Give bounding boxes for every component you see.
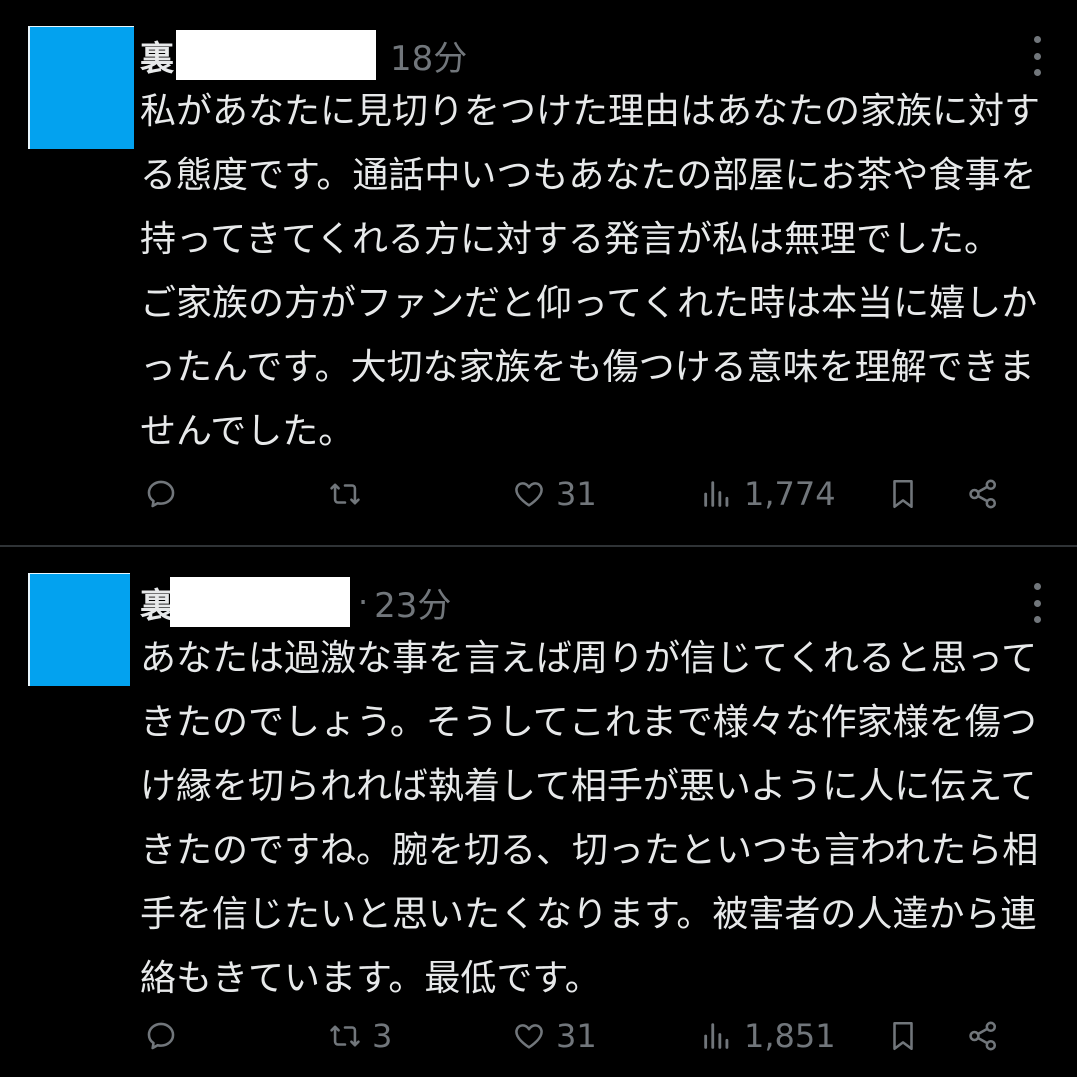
- reply-button[interactable]: [144, 470, 188, 518]
- view-count: 1,851: [744, 1017, 836, 1055]
- retweet-button[interactable]: [328, 470, 372, 518]
- views-button[interactable]: 1,851: [700, 1012, 836, 1060]
- action-bar: 3 31 1,851: [140, 1012, 1020, 1060]
- views-button[interactable]: 1,774: [700, 470, 836, 518]
- like-count: 31: [556, 475, 597, 513]
- avatar[interactable]: [28, 26, 134, 149]
- timestamp[interactable]: 23分: [374, 578, 451, 627]
- action-bar: 31 1,774: [140, 470, 1020, 518]
- display-name[interactable]: 裏: [140, 31, 180, 80]
- view-count: 1,774: [744, 475, 836, 513]
- like-count: 31: [556, 1017, 597, 1055]
- share-icon: [969, 479, 997, 509]
- reply-icon: [147, 480, 175, 508]
- post[interactable]: 裏 18分 私があなたに見切りをつけた理由はあなたの家族に対する態度です。通話中…: [0, 0, 1077, 545]
- like-button[interactable]: 31: [512, 1012, 597, 1060]
- bookmark-icon: [893, 479, 913, 509]
- separator-dot: ·: [358, 583, 369, 621]
- reply-icon: [147, 1022, 175, 1050]
- like-icon: [515, 482, 543, 507]
- post-body: 私があなたに見切りをつけた理由はあなたの家族に対する態度です。通話中いつもあなた…: [140, 91, 1041, 452]
- share-button[interactable]: [966, 470, 1000, 518]
- views-icon: [704, 481, 729, 507]
- more-icon[interactable]: [1029, 36, 1045, 76]
- bookmark-icon: [893, 1021, 913, 1051]
- bookmark-button[interactable]: [886, 1012, 920, 1060]
- bookmark-button[interactable]: [886, 470, 920, 518]
- post[interactable]: 裏 · 23分 あなたは過激な事を言えば周りが信じてくれると思ってきたのでしょう…: [0, 547, 1077, 1077]
- retweet-button[interactable]: 3: [328, 1012, 392, 1060]
- redaction-box: [170, 577, 350, 627]
- timestamp[interactable]: 18分: [390, 31, 467, 80]
- reply-button[interactable]: [144, 1012, 188, 1060]
- share-button[interactable]: [966, 1012, 1000, 1060]
- views-icon: [704, 1023, 729, 1049]
- post-header: 裏 · 23分: [140, 577, 451, 627]
- retweet-icon: [330, 483, 360, 505]
- post-header: 裏 18分: [140, 30, 467, 80]
- avatar[interactable]: [28, 573, 130, 686]
- share-icon: [969, 1021, 997, 1051]
- post-body: あなたは過激な事を言えば周りが信じてくれると思ってきたのでしょう。そうしてこれま…: [140, 638, 1039, 999]
- redaction-box: [176, 30, 376, 80]
- more-icon[interactable]: [1029, 583, 1045, 623]
- like-icon: [515, 1024, 543, 1049]
- retweet-icon: [330, 1025, 360, 1047]
- like-button[interactable]: 31: [512, 470, 597, 518]
- retweet-count: 3: [372, 1017, 393, 1055]
